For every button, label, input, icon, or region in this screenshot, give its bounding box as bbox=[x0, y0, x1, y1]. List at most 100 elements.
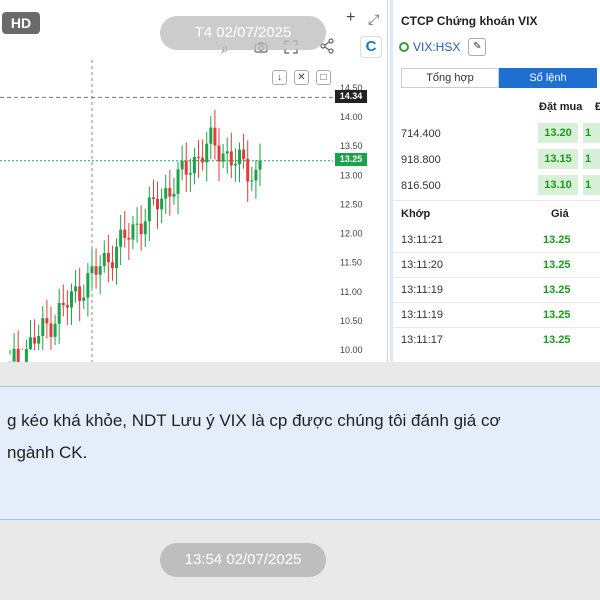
y-tick-label: 11.50 bbox=[340, 258, 362, 268]
candle-body bbox=[233, 163, 237, 166]
candle-body bbox=[106, 253, 110, 263]
candle-body bbox=[57, 303, 61, 324]
candle-body bbox=[192, 156, 196, 174]
candle-body bbox=[41, 318, 45, 336]
candle-body bbox=[229, 151, 233, 166]
matched-price: 13.25 bbox=[543, 234, 571, 246]
candle-body bbox=[225, 151, 229, 154]
candle-body bbox=[176, 169, 180, 194]
candle-body bbox=[16, 348, 20, 362]
candle-body bbox=[61, 303, 65, 306]
candle-body bbox=[164, 188, 168, 199]
y-tick-label: 13.00 bbox=[340, 170, 363, 180]
message-line: ngành CK. bbox=[7, 443, 88, 462]
candle-body bbox=[143, 221, 147, 235]
candle-body bbox=[205, 143, 209, 163]
candle-body bbox=[197, 156, 201, 158]
tab-orderbook[interactable]: Sổ lệnh bbox=[499, 68, 597, 88]
divider bbox=[393, 302, 600, 303]
matched-time: 13:11:20 bbox=[401, 259, 444, 271]
bid-price[interactable]: 13.20 bbox=[538, 123, 578, 143]
matched-time-header: Khớp bbox=[401, 208, 431, 220]
candle-body bbox=[53, 323, 57, 337]
matched-price: 13.25 bbox=[543, 259, 571, 271]
ticker-row: VIX:HSX ✎ bbox=[399, 38, 487, 56]
add-icon[interactable]: + bbox=[346, 10, 355, 26]
stock-info-panel: CTCP Chứng khoán VIX VIX:HSX ✎ Tổng hợp … bbox=[390, 0, 600, 362]
y-tick-label: 14.00 bbox=[340, 112, 363, 122]
high-price-marker: 14.34 bbox=[335, 90, 367, 103]
y-tick-label: 13.50 bbox=[340, 141, 363, 151]
candle-body bbox=[172, 193, 176, 197]
candle-body bbox=[131, 224, 135, 240]
candle-body bbox=[156, 198, 160, 210]
candle-body bbox=[221, 153, 225, 162]
candle-body bbox=[110, 262, 114, 269]
candle-body bbox=[160, 198, 164, 210]
candle-body bbox=[139, 223, 143, 235]
candle-body bbox=[86, 273, 90, 298]
candle-body bbox=[246, 158, 250, 182]
bid-volume: 816.500 bbox=[401, 180, 441, 192]
candle-body bbox=[78, 286, 82, 301]
candle-body bbox=[254, 169, 258, 181]
candle-body bbox=[37, 335, 41, 344]
matched-time: 13:11:19 bbox=[401, 284, 444, 296]
bid-price[interactable]: 13.15 bbox=[538, 149, 578, 169]
candle-body bbox=[201, 157, 205, 163]
divider bbox=[393, 252, 600, 253]
shared-screenshot[interactable]: 14.50 14.00 13.50 13.00 12.50 12.00 11.50 11.00… bbox=[0, 0, 600, 362]
candle-body bbox=[151, 197, 155, 199]
candle-body bbox=[33, 337, 37, 344]
divider bbox=[393, 200, 600, 201]
y-tick-label: 11.00 bbox=[340, 287, 362, 297]
candle-body bbox=[213, 127, 217, 146]
candle-body bbox=[49, 323, 53, 337]
matched-time: 13:11:21 bbox=[401, 234, 444, 246]
message-line: g kéo khá khỏe, NDT Lưu ý VIX là cp được… bbox=[7, 411, 501, 430]
y-tick-label: 10.50 bbox=[340, 316, 363, 326]
candle-body bbox=[45, 318, 49, 324]
candle-body bbox=[123, 229, 127, 238]
window-icon[interactable]: □ bbox=[316, 70, 331, 85]
matched-price: 13.25 bbox=[543, 284, 571, 296]
bid-next-cell: 1 bbox=[583, 149, 600, 169]
close-icon[interactable]: ✕ bbox=[294, 70, 309, 85]
candle-body bbox=[74, 286, 78, 292]
bid-volume: 714.400 bbox=[401, 128, 441, 140]
candle-body bbox=[12, 348, 16, 362]
info-tabs: Tổng hợp Sổ lệnh bbox=[401, 68, 597, 88]
candle-body bbox=[24, 349, 28, 362]
tab-summary[interactable]: Tổng hợp bbox=[401, 68, 499, 88]
candle-body bbox=[135, 223, 139, 225]
candle-body bbox=[242, 149, 246, 159]
candle-body bbox=[209, 127, 213, 144]
candle-body bbox=[238, 149, 242, 164]
edit-icon[interactable]: ✎ bbox=[468, 38, 487, 56]
candle-body bbox=[82, 297, 86, 301]
message-bubble[interactable]: g kéo khá khỏe, NDT Lưu ý VIX là cp được… bbox=[0, 386, 600, 520]
expand-icon[interactable]: ⤢ bbox=[368, 11, 379, 27]
candle-body bbox=[217, 145, 221, 162]
price-chart-panel[interactable]: 14.50 14.00 13.50 13.00 12.50 12.00 11.50 11.00… bbox=[0, 0, 388, 362]
ticker-symbol[interactable]: VIX:HSX bbox=[413, 40, 460, 54]
arrow-down-icon[interactable]: ↓ bbox=[272, 70, 287, 85]
chat-screen: 14.50 14.00 13.50 13.00 12.50 12.00 11.50 11.00… bbox=[0, 0, 600, 600]
candle-body bbox=[168, 188, 172, 197]
candle-body bbox=[258, 160, 262, 170]
candle-body bbox=[90, 266, 94, 274]
app-logo-icon: C bbox=[360, 36, 382, 58]
y-tick-label: 10.00 bbox=[340, 345, 363, 355]
candle-body bbox=[102, 253, 106, 267]
matched-time: 13:11:19 bbox=[401, 309, 444, 321]
candle-body bbox=[188, 173, 192, 175]
bid-next-cell: 1 bbox=[583, 123, 600, 143]
candle-body bbox=[147, 197, 151, 222]
candle-body bbox=[65, 305, 69, 308]
divider bbox=[393, 277, 600, 278]
bid-price[interactable]: 13.10 bbox=[538, 175, 578, 195]
company-name: CTCP Chứng khoán VIX bbox=[401, 14, 538, 28]
matched-price: 13.25 bbox=[543, 334, 571, 346]
divider bbox=[393, 327, 600, 328]
status-dot-icon bbox=[399, 42, 409, 52]
